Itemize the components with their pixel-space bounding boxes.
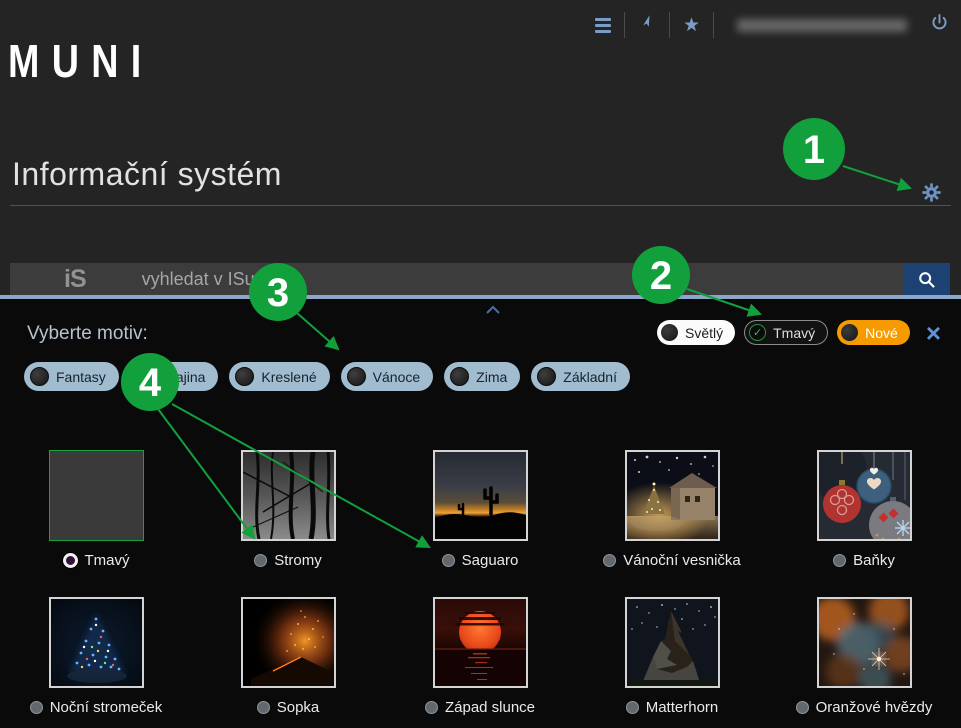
theme-option-saguaro[interactable]: Saguaro (384, 450, 576, 569)
toggle-new[interactable]: Nové (837, 320, 910, 345)
filter-label: Základní (563, 369, 617, 385)
filter-pills: Fantasy Krajina Kreslené Vánoce Zima Zák… (24, 362, 630, 391)
theme-option-zapad-slunce[interactable]: Západ slunce (384, 597, 576, 716)
page-header: ★ MUNI Informační systém (0, 0, 961, 299)
star-icon[interactable]: ★ (683, 16, 700, 35)
filter-kreslene[interactable]: Kreslené (229, 362, 329, 391)
power-icon[interactable] (930, 13, 949, 37)
theme-thumbnail-vanocni-vesnicka[interactable] (625, 450, 720, 541)
theme-option-matterhorn[interactable]: Matterhorn (576, 597, 768, 716)
theme-label: Stromy (274, 552, 322, 569)
search-input[interactable] (140, 268, 903, 291)
theme-radio[interactable] (254, 554, 267, 567)
filter-label: Kreslené (261, 369, 316, 385)
plane-icon[interactable] (638, 14, 656, 37)
filter-dot-icon (347, 367, 366, 386)
theme-radio[interactable] (626, 701, 639, 714)
gear-icon[interactable] (922, 183, 941, 207)
topbar: ★ (595, 11, 949, 39)
theme-thumbnail-matterhorn[interactable] (625, 597, 720, 688)
header-divider (10, 205, 951, 206)
toggle-new-label: Nové (865, 325, 898, 341)
theme-label: Vánoční vesnička (623, 552, 741, 569)
theme-grid: Tmavý (0, 450, 961, 716)
page-title: Informační systém (12, 156, 282, 193)
chevron-up-icon[interactable] (486, 301, 500, 319)
filter-dot-icon (450, 367, 469, 386)
theme-option-nocni-stromecek[interactable]: Noční stromeček (0, 597, 192, 716)
theme-option-oranzove-hvezdy[interactable]: Oranžové hvězdy (768, 597, 960, 716)
theme-thumbnail-saguaro[interactable] (433, 450, 528, 541)
filter-krajina[interactable]: Krajina (130, 362, 219, 391)
panel-title: Vyberte motiv: (27, 323, 148, 345)
is-logo: iS (64, 265, 86, 294)
divider (669, 12, 670, 38)
theme-radio-selected[interactable] (63, 553, 78, 568)
filter-label: Fantasy (56, 369, 106, 385)
theme-row: Noční stromeček (0, 597, 961, 716)
filter-zakladni[interactable]: Základní (531, 362, 630, 391)
theme-thumbnail-sopka[interactable] (241, 597, 336, 688)
filter-zima[interactable]: Zima (444, 362, 520, 391)
filter-dot-icon (537, 367, 556, 386)
toggle-light[interactable]: Světlý (657, 320, 735, 345)
theme-option-banky[interactable]: Baňky (768, 450, 960, 569)
theme-thumbnail-banky[interactable] (817, 450, 912, 541)
filter-dot-icon (235, 367, 254, 386)
toggle-knob-icon (661, 324, 678, 341)
theme-row: Tmavý (0, 450, 961, 569)
theme-radio[interactable] (796, 701, 809, 714)
filter-label: Zima (476, 369, 507, 385)
theme-radio[interactable] (442, 554, 455, 567)
muni-logo: MUNI (8, 34, 154, 88)
theme-thumbnail-nocni-stromecek[interactable] (49, 597, 144, 688)
theme-label: Baňky (853, 552, 895, 569)
search-button[interactable] (903, 263, 950, 295)
toggle-knob-icon (841, 324, 858, 341)
theme-thumbnail-stromy[interactable] (241, 450, 336, 541)
toggle-dark-label: Tmavý (773, 325, 815, 341)
theme-label: Matterhorn (646, 699, 719, 716)
theme-radio[interactable] (30, 701, 43, 714)
theme-panel: Vyberte motiv: Světlý ✓ Tmavý Nové × Fan… (0, 299, 961, 728)
theme-radio[interactable] (833, 554, 846, 567)
search-bar: iS (10, 263, 903, 295)
filter-label: Vánoce (373, 369, 420, 385)
theme-option-stromy[interactable]: Stromy (192, 450, 384, 569)
theme-radio[interactable] (603, 554, 616, 567)
filter-dot-icon (30, 367, 49, 386)
filter-label: Krajina (162, 369, 206, 385)
theme-label: Sopka (277, 699, 320, 716)
check-icon: ✓ (749, 324, 766, 341)
close-icon[interactable]: × (926, 322, 941, 344)
theme-label: Tmavý (85, 552, 130, 569)
mode-toggles: Světlý ✓ Tmavý Nové × (657, 320, 941, 345)
filter-vanoce[interactable]: Vánoce (341, 362, 433, 391)
theme-thumbnail-zapad-slunce[interactable] (433, 597, 528, 688)
theme-label: Oranžové hvězdy (816, 699, 933, 716)
theme-label: Saguaro (462, 552, 519, 569)
theme-option-sopka[interactable]: Sopka (192, 597, 384, 716)
toggle-light-label: Světlý (685, 325, 723, 341)
theme-label: Západ slunce (445, 699, 535, 716)
divider (624, 12, 625, 38)
filter-fantasy[interactable]: Fantasy (24, 362, 119, 391)
theme-option-vanocni-vesnicka[interactable]: Vánoční vesnička (576, 450, 768, 569)
toggle-dark-selected[interactable]: ✓ Tmavý (744, 320, 828, 345)
theme-option-tmavy[interactable]: Tmavý (0, 450, 192, 569)
theme-thumbnail-oranzove-hvezdy[interactable] (817, 597, 912, 688)
theme-radio[interactable] (425, 701, 438, 714)
theme-label: Noční stromeček (50, 699, 163, 716)
user-name-redacted[interactable] (737, 19, 907, 32)
menu-icon[interactable] (595, 18, 611, 33)
theme-radio[interactable] (257, 701, 270, 714)
theme-thumbnail-tmavy[interactable] (49, 450, 144, 541)
filter-dot-icon (136, 367, 155, 386)
divider (713, 12, 714, 38)
